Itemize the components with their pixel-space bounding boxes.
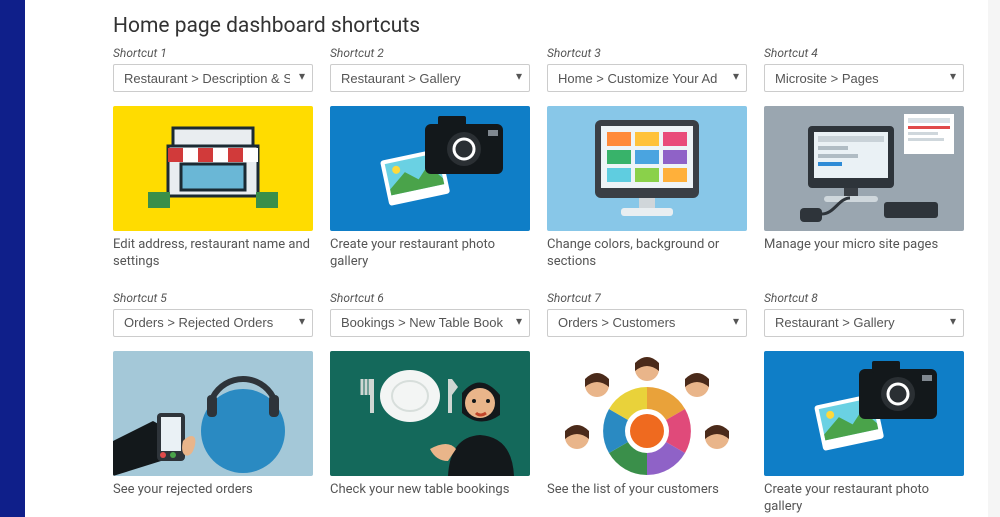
camera-photos-icon	[764, 351, 964, 476]
card-caption: Create your restaurant photo gallery	[330, 237, 530, 271]
phone-headset-icon	[113, 351, 313, 476]
page-title: Home page dashboard shortcuts	[113, 14, 988, 38]
shortcut-label: Shortcut 8	[764, 291, 964, 305]
card-table-bookings[interactable]: Check your new table bookings	[330, 351, 530, 516]
shortcut-select-row-2: Shortcut 5 Shortcut 6 Shortcut 7 Shortcu…	[113, 291, 988, 337]
restaurant-storefront-icon	[113, 106, 313, 231]
dashboard-shortcuts-page: Home page dashboard shortcuts Shortcut 1…	[25, 0, 988, 517]
shortcut-label: Shortcut 6	[330, 291, 530, 305]
shortcut-2-select[interactable]	[330, 64, 530, 92]
people-around-table-icon	[547, 351, 747, 476]
shortcut-select-row: Shortcut 1 Shortcut 2 Shortcut 3 Shortcu…	[113, 46, 988, 92]
card-rejected-orders[interactable]: See your rejected orders	[113, 351, 313, 516]
card-microsite-pages[interactable]: Manage your micro site pages	[764, 106, 964, 271]
card-caption: Create your restaurant photo gallery	[764, 482, 964, 516]
card-photo-gallery[interactable]: Create your restaurant photo gallery	[330, 106, 530, 271]
card-restaurant-settings[interactable]: Edit address, restaurant name and settin…	[113, 106, 313, 271]
shortcut-6-select[interactable]	[330, 309, 530, 337]
card-photo-gallery-2[interactable]: Create your restaurant photo gallery	[764, 351, 964, 516]
hostess-plate-icon	[330, 351, 530, 476]
shortcut-8-select[interactable]	[764, 309, 964, 337]
shortcut-label: Shortcut 7	[547, 291, 747, 305]
card-caption: Change colors, background or sections	[547, 237, 747, 271]
shortcut-5-select[interactable]	[113, 309, 313, 337]
shortcut-label: Shortcut 3	[547, 46, 747, 60]
shortcut-card-row-1: Edit address, restaurant name and settin…	[113, 106, 988, 271]
sidebar-rail	[0, 0, 25, 517]
card-caption: Check your new table bookings	[330, 482, 530, 499]
card-customers[interactable]: See the list of your customers	[547, 351, 747, 516]
shortcut-3-select[interactable]	[547, 64, 747, 92]
card-caption: See the list of your customers	[547, 482, 747, 499]
shortcut-4-select[interactable]	[764, 64, 964, 92]
card-customize-theme[interactable]: Change colors, background or sections	[547, 106, 747, 271]
camera-photos-icon	[330, 106, 530, 231]
card-caption: Edit address, restaurant name and settin…	[113, 237, 313, 271]
shortcut-label: Shortcut 4	[764, 46, 964, 60]
shortcut-label: Shortcut 2	[330, 46, 530, 60]
shortcut-card-row-2: See your rejected orders	[113, 351, 988, 516]
card-caption: See your rejected orders	[113, 482, 313, 499]
card-caption: Manage your micro site pages	[764, 237, 964, 254]
shortcut-1-select[interactable]	[113, 64, 313, 92]
shortcut-label: Shortcut 5	[113, 291, 313, 305]
shortcut-label: Shortcut 1	[113, 46, 313, 60]
monitor-colors-icon	[547, 106, 747, 231]
shortcut-7-select[interactable]	[547, 309, 747, 337]
computer-pages-icon	[764, 106, 964, 231]
